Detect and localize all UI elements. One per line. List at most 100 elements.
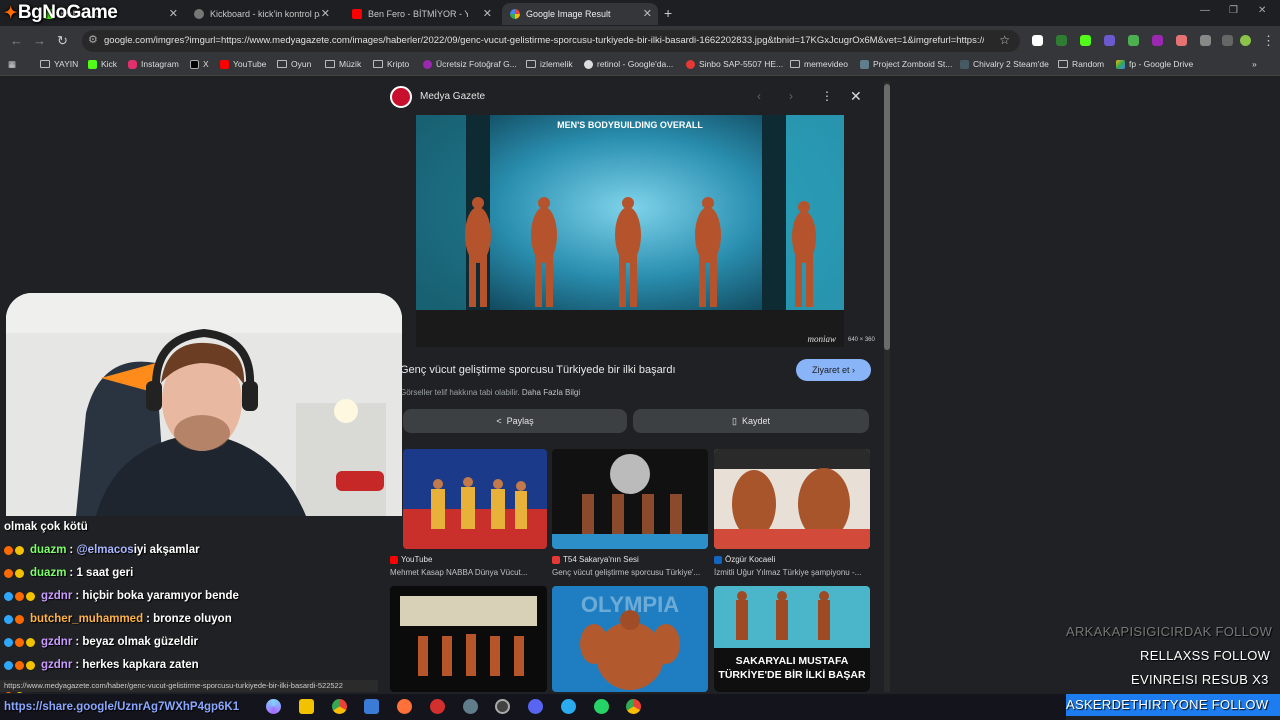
bookmark-google-drive[interactable]: fp - Google Drive [1116,59,1193,69]
chat-username[interactable]: duazm [30,544,66,556]
minimize-icon[interactable]: — [1200,5,1210,16]
maximize-icon[interactable]: ❐ [1229,5,1238,16]
extension-icon[interactable] [1080,35,1091,46]
chrome-icon[interactable] [332,699,347,714]
related-source-2[interactable]: T54 Sakarya'nın Sesi [552,555,639,564]
youtube-icon [352,9,362,19]
extension-icon[interactable] [1128,35,1139,46]
file-explorer-icon[interactable] [299,699,314,714]
chat-username[interactable]: duazm [30,567,66,579]
mail-icon[interactable] [364,699,379,714]
next-icon[interactable]: › [789,89,793,103]
related-image-6[interactable]: SAKARYALI MUSTAFA TÜRKİYE'DE BİR İLKİ BA… [714,586,870,692]
bookmark-kick[interactable]: Kick [88,59,117,69]
badge-icon [4,568,13,578]
close-tab-icon[interactable]: ✕ [169,7,178,20]
source-name[interactable]: Medya Gazete [420,91,485,102]
related-image-2[interactable] [552,449,708,549]
more-options-icon[interactable]: ⋮ [821,89,833,103]
bookmark-instagram[interactable]: Instagram [128,59,179,69]
close-viewer-icon[interactable]: ✕ [850,88,862,105]
copilot-icon[interactable] [266,699,281,714]
new-tab-button[interactable]: + [664,5,672,21]
menu-kebab-icon[interactable]: ⋮ [1262,33,1275,49]
chat-username[interactable]: gzdnr [41,636,72,648]
extension-icon[interactable] [1176,35,1187,46]
more-info-link[interactable]: Daha Fazla Bilgi [522,388,580,397]
extension-icon[interactable] [1104,35,1115,46]
scrollbar-thumb[interactable] [884,84,890,350]
related-caption-1[interactable]: Mehmet Kasap NABBA Dünya Vücut... [390,568,548,577]
previous-icon[interactable]: ‹ [757,89,761,103]
save-button[interactable]: ▯ Kaydet [633,409,869,433]
close-tab-icon[interactable]: ✕ [643,7,652,20]
telegram-icon[interactable] [561,699,576,714]
extension-icon[interactable] [1032,35,1043,46]
media-icon[interactable] [1222,35,1233,46]
bookmark-chivalry[interactable]: Chivalry 2 Steam'de [960,59,1049,69]
folder-icon [325,60,335,68]
tab-kickboard-panel[interactable]: Kickboard - kick'in kontrol paneli ✕ [186,3,336,25]
tab-youtube[interactable]: Ben Fero - BİTMİYOR - YouTube ✕ [344,3,498,25]
medya-gazete-logo[interactable] [390,86,412,108]
forward-icon[interactable]: → [33,33,46,48]
close-tab-icon[interactable]: ✕ [483,7,492,20]
chat-username[interactable]: butcher_muhammed [30,613,143,625]
app-icon[interactable] [463,699,478,714]
window-close-icon[interactable]: ✕ [1258,5,1266,16]
whatsapp-icon[interactable] [594,699,609,714]
extensions-puzzle-icon[interactable] [1200,35,1211,46]
site-info-icon[interactable]: ⚙ [88,33,98,46]
bookmark-memevideo[interactable]: memevideo [790,59,848,69]
related-source-1[interactable]: YouTube [390,555,432,564]
opera-icon[interactable] [430,699,445,714]
related-image-4[interactable] [390,586,547,692]
related-source-3[interactable]: Özgür Kocaeli [714,555,775,564]
discord-icon[interactable] [528,699,543,714]
bookmark-star-icon[interactable]: ☆ [999,33,1010,47]
user-badges [4,660,37,670]
extension-icon[interactable] [1056,35,1067,46]
related-caption-2[interactable]: Genç vücut geliştirme sporcusu Türkiye'.… [552,568,710,577]
preview-image[interactable]: MEN'S BODYBUILDING OVERALL moniaw [416,115,844,347]
related-image-5[interactable]: OLYMPIA [552,586,708,692]
apps-grid-icon[interactable]: ▦ [8,59,16,70]
profile-avatar[interactable] [1240,35,1251,46]
back-icon[interactable]: ← [10,33,23,48]
image-title[interactable]: Genç vücut geliştirme sporcusu Türkiyede… [400,364,676,376]
bookmark-project-zomboid[interactable]: Project Zomboid St... [860,59,952,69]
bookmarks-bar: ▦ YAYIN Kick Instagram X YouTube Oyun Mü… [0,56,1280,76]
close-tab-icon[interactable]: ✕ [321,7,330,20]
bookmark-x[interactable]: X [190,59,209,69]
bookmark-sinbo[interactable]: Sinbo SAP-5507 HE... [686,59,783,69]
chat-username[interactable]: gzdnr [41,659,72,671]
bookmark-izlemelik[interactable]: izlemelik [526,59,573,69]
reload-icon[interactable]: ↻ [57,33,68,49]
bookmark-ucretsiz-foto[interactable]: Ücretsiz Fotoğraf G... [423,59,517,69]
visit-button[interactable]: Ziyaret et › [796,359,871,381]
obs-icon[interactable] [495,699,510,714]
chat-message: duazm: 1 saat geri [4,567,133,579]
related-caption-3[interactable]: İzmitli Uğur Yılmaz Türkiye şampiyonu -.… [714,568,872,577]
more-bookmarks-icon[interactable]: » [1252,59,1257,69]
bookmark-oyun[interactable]: Oyun [277,59,311,69]
folder-icon [277,60,287,68]
bookmark-youtube[interactable]: YouTube [220,59,266,69]
chrome-icon[interactable] [626,699,641,714]
chat-username[interactable]: gzdnr [41,590,72,602]
chat-message: gzdnr: hiçbir boka yaramıyor bende [4,590,239,602]
related-image-3[interactable] [714,449,870,549]
extension-icon[interactable] [1152,35,1163,46]
bookmark-muzik[interactable]: Müzik [325,59,361,69]
address-bar[interactable]: ⚙ google.com/imgres?imgurl=https://www.m… [82,30,1020,52]
related-image-1[interactable] [403,449,547,549]
chat-message: olmak çok kötü [4,521,88,533]
tab-google-image-result[interactable]: Google Image Result ✕ [502,3,658,25]
firefox-icon[interactable] [397,699,412,714]
bookmark-retinol[interactable]: retinol - Google'da... [584,59,673,69]
bookmark-random[interactable]: Random [1058,59,1104,69]
x-icon [190,59,199,69]
bookmark-yayin[interactable]: YAYIN [40,59,78,69]
bookmark-kripto[interactable]: Kripto [373,59,409,69]
share-button[interactable]: < Paylaş [403,409,627,433]
